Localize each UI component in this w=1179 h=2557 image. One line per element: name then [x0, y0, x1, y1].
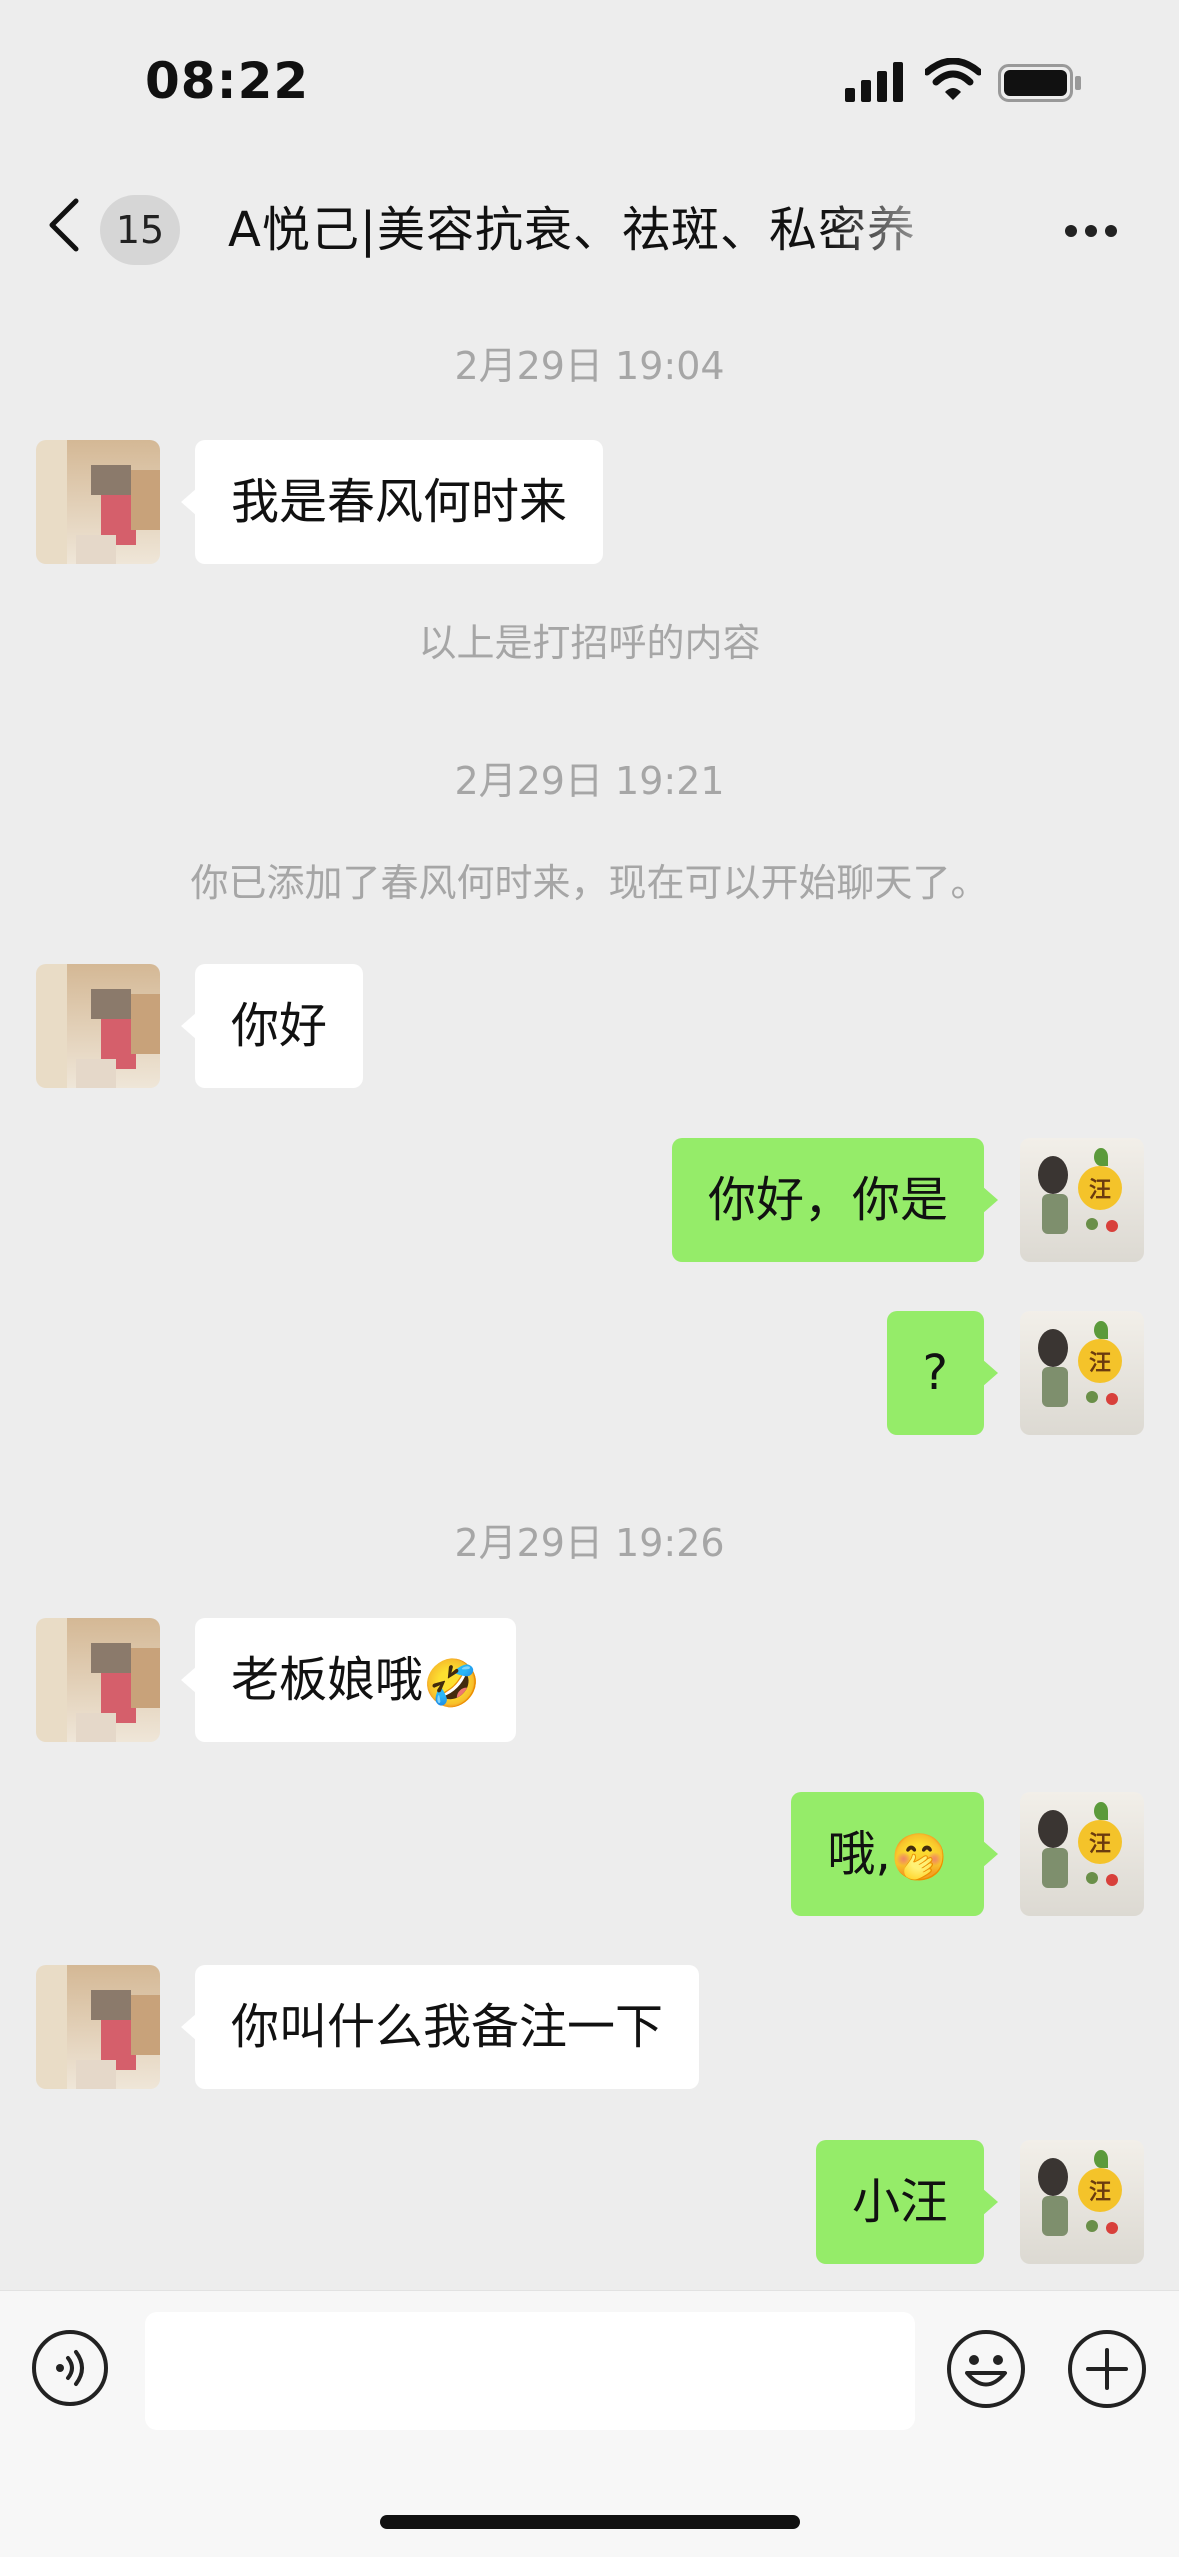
my-avatar[interactable]: 汪: [1020, 2140, 1144, 2264]
incoming-message[interactable]: 我是春风何时来: [180, 440, 604, 564]
back-chevron-icon[interactable]: [40, 195, 90, 255]
status-time: 08:22: [145, 52, 310, 110]
message-text: ?: [922, 1345, 948, 1401]
incoming-message[interactable]: 你好: [180, 964, 364, 1088]
home-indicator: [380, 2515, 800, 2529]
plus-icon[interactable]: [1066, 2328, 1148, 2410]
message-text: 小汪: [851, 2174, 948, 2230]
signal-icon: [845, 62, 903, 102]
contact-avatar[interactable]: [36, 1965, 160, 2089]
outgoing-message[interactable]: 小汪: [815, 2140, 999, 2264]
incoming-message[interactable]: 你叫什么我备注一下: [180, 1965, 700, 2089]
outgoing-message[interactable]: ?: [886, 1311, 999, 1435]
message-text: 你叫什么我备注一下: [231, 1999, 664, 2055]
system-message: 以上是打招呼的内容: [418, 621, 761, 665]
wifi-icon: [925, 58, 981, 100]
message-text: 我是春风何时来: [231, 474, 568, 530]
more-icon[interactable]: [1065, 222, 1125, 237]
message-text: 老板娘哦: [231, 1652, 424, 1708]
timestamp: 2月29日 19:26: [454, 1521, 725, 1565]
message-text: 哦,: [827, 1826, 891, 1882]
voice-icon[interactable]: [30, 2328, 110, 2408]
outgoing-message[interactable]: 你好，你是: [671, 1138, 999, 1262]
system-message: 你已添加了春风何时来，现在可以开始聊天了。: [190, 861, 989, 905]
emoji-face-icon[interactable]: [945, 2328, 1027, 2410]
message-text: 你好，你是: [707, 1172, 948, 1228]
contact-avatar[interactable]: [36, 1618, 160, 1742]
contact-avatar[interactable]: [36, 440, 160, 564]
my-avatar[interactable]: 汪: [1020, 1311, 1144, 1435]
incoming-message[interactable]: 老板娘哦🤣: [180, 1618, 517, 1742]
my-avatar[interactable]: 汪: [1020, 1138, 1144, 1262]
timestamp: 2月29日 19:04: [454, 344, 725, 388]
my-avatar[interactable]: 汪: [1020, 1792, 1144, 1916]
contact-avatar[interactable]: [36, 964, 160, 1088]
chat-title: A悦己|美容抗衰、祛斑、私密养: [228, 202, 917, 258]
message-input[interactable]: [145, 2312, 915, 2430]
hand-over-mouth-emoji: 🤭: [890, 1830, 948, 1884]
battery-icon: [998, 64, 1081, 102]
unread-count-badge[interactable]: 15: [100, 195, 180, 265]
timestamp: 2月29日 19:21: [454, 759, 725, 803]
message-text: 你好: [231, 998, 328, 1054]
rolling-laughing-emoji: 🤣: [423, 1656, 481, 1710]
outgoing-message[interactable]: 哦,🤭: [791, 1792, 998, 1916]
